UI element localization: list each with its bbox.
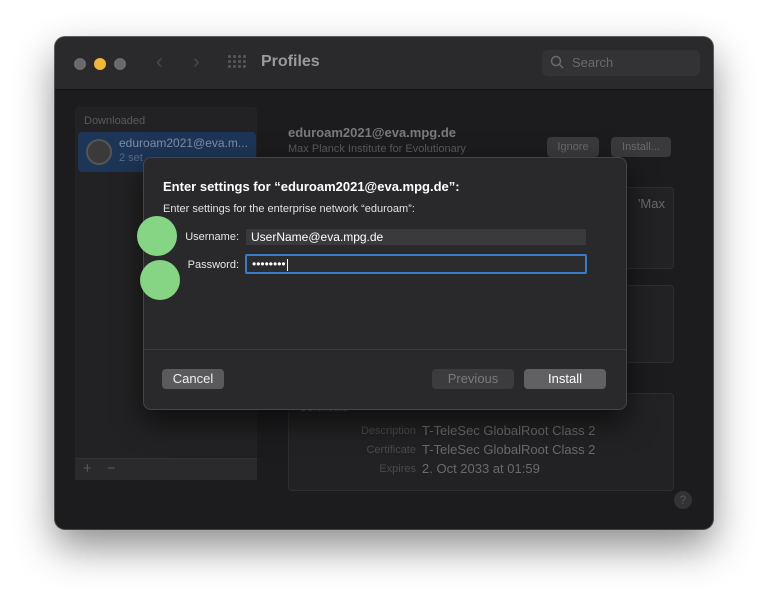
profile-organization: Max Planck Institute for Evolutionary — [288, 143, 466, 155]
certificate-key: Certificate — [366, 444, 416, 456]
profile-icon — [86, 139, 112, 165]
description-key: Description — [360, 425, 416, 437]
cancel-button[interactable]: Cancel — [162, 369, 224, 389]
search-field[interactable]: Search — [542, 50, 700, 76]
back-icon[interactable]: ‹ — [156, 51, 163, 74]
description-value: T-TeleSec GlobalRoot Class 2 — [422, 423, 596, 438]
description-fragment: 'Max — [637, 196, 665, 211]
text-cursor — [286, 258, 288, 271]
sidebar-footer: + − — [75, 458, 257, 480]
sidebar-section-downloaded: Downloaded — [84, 115, 146, 127]
expires-value: 2. Oct 2033 at 01:59 — [422, 461, 540, 476]
window-title: Profiles — [261, 53, 320, 70]
expires-key: Expires — [379, 463, 416, 475]
password-highlight-marker — [140, 260, 180, 300]
minimize-window-button[interactable] — [94, 58, 106, 70]
title-bar: ‹ › Profiles Search — [55, 37, 713, 90]
certificate-expires-row: Expires 2. Oct 2033 at 01:59 — [379, 461, 540, 476]
certificate-name-row: Certificate T-TeleSec GlobalRoot Class 2 — [366, 442, 596, 457]
ignore-button[interactable]: Ignore — [547, 137, 599, 157]
zoom-window-button[interactable] — [114, 58, 126, 70]
sidebar-item-label: eduroam2021@eva.m... — [119, 136, 248, 150]
dialog-divider — [144, 349, 626, 350]
close-window-button[interactable] — [74, 58, 86, 70]
install-profile-button[interactable]: Install... — [611, 137, 671, 157]
add-profile-button[interactable]: + — [83, 460, 92, 477]
dialog-subtitle: Enter settings for the enterprise networ… — [163, 203, 415, 215]
dialog-title: Enter settings for “eduroam2021@eva.mpg.… — [163, 179, 460, 194]
search-placeholder: Search — [572, 55, 614, 70]
password-field[interactable]: •••••••• — [245, 254, 587, 274]
certificate-value: T-TeleSec GlobalRoot Class 2 — [422, 442, 596, 457]
forward-icon[interactable]: › — [193, 51, 200, 74]
username-highlight-marker — [137, 216, 177, 256]
show-all-grid-icon[interactable] — [228, 55, 246, 69]
install-button[interactable]: Install — [524, 369, 606, 389]
help-button[interactable]: ? — [674, 491, 692, 509]
profile-title: eduroam2021@eva.mpg.de — [288, 125, 457, 140]
password-value: •••••••• — [252, 257, 286, 271]
remove-profile-button[interactable]: − — [107, 460, 116, 477]
network-settings-dialog: Enter settings for “eduroam2021@eva.mpg.… — [143, 157, 627, 410]
certificate-description-row: Description T-TeleSec GlobalRoot Class 2 — [361, 423, 596, 438]
previous-button[interactable]: Previous — [432, 369, 514, 389]
search-icon — [550, 55, 564, 69]
username-field[interactable] — [246, 229, 586, 245]
sidebar-item-sublabel: 2 set — [119, 152, 143, 164]
